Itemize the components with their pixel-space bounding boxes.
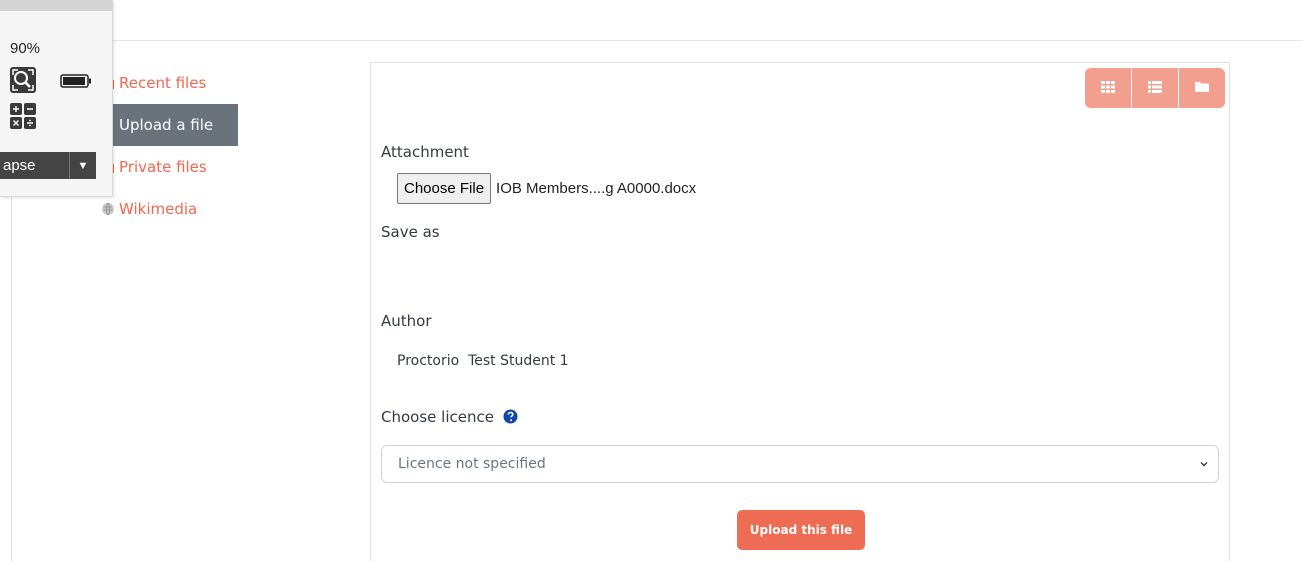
- nav-wikimedia[interactable]: Wikimedia: [96, 188, 238, 230]
- licence-label: Choose licence: [381, 408, 494, 426]
- choose-file-button[interactable]: Choose File: [397, 173, 492, 204]
- author-field[interactable]: Proctorio Test Student 1: [397, 353, 569, 369]
- nav-upload-a-file[interactable]: Upload a file: [96, 104, 238, 146]
- proctor-widget: 90% apse ▼: [0, 0, 113, 197]
- list-view-button[interactable]: [1132, 68, 1178, 108]
- wikimedia-icon: [99, 200, 117, 218]
- zoom-icon[interactable]: [9, 66, 37, 94]
- collapse-dropdown[interactable]: apse ▼: [0, 152, 96, 179]
- licence-selected-value: Licence not specified: [398, 456, 546, 472]
- caret-down-icon: ▼: [77, 159, 89, 172]
- battery-icon: [60, 73, 92, 88]
- grid-view-button[interactable]: [1085, 68, 1131, 108]
- folder-view-button[interactable]: [1179, 68, 1225, 108]
- save-as-label: Save as: [381, 223, 440, 241]
- collapse-label: apse: [0, 152, 70, 179]
- list-view-icon: [1148, 80, 1162, 97]
- author-label: Author: [381, 312, 432, 330]
- upload-this-file-button[interactable]: Upload this file: [737, 510, 865, 550]
- calculator-icon[interactable]: [9, 102, 37, 130]
- top-divider: [112, 40, 1303, 41]
- save-as-field[interactable]: [397, 253, 897, 283]
- nav-label: Wikimedia: [119, 200, 198, 218]
- zoom-level: 90%: [10, 40, 41, 57]
- nav-recent-files[interactable]: Recent files: [96, 62, 238, 104]
- proctor-drag-bar[interactable]: [0, 0, 112, 11]
- nav-label: Recent files: [119, 74, 207, 92]
- attachment-label: Attachment: [381, 143, 469, 161]
- grid-view-icon: [1101, 80, 1115, 97]
- licence-select[interactable]: Licence not specified: [381, 445, 1219, 483]
- nav-label: Private files: [119, 158, 207, 176]
- licence-label-row: Choose licence: [381, 408, 518, 426]
- selected-file-name: IOB Members....g A0000.docx: [496, 180, 697, 197]
- view-toggle-group: [1084, 68, 1225, 108]
- chevron-down-icon: [1198, 458, 1210, 470]
- nav-label: Upload a file: [119, 116, 214, 134]
- file-picker-nav: Recent files Upload a file Private files…: [96, 62, 238, 230]
- help-icon[interactable]: [503, 409, 518, 424]
- upload-panel: Attachment Choose File IOB Members....g …: [370, 62, 1230, 561]
- folder-view-icon: [1195, 80, 1209, 97]
- nav-private-files[interactable]: Private files: [96, 146, 238, 188]
- file-input: Choose File IOB Members....g A0000.docx: [397, 173, 696, 204]
